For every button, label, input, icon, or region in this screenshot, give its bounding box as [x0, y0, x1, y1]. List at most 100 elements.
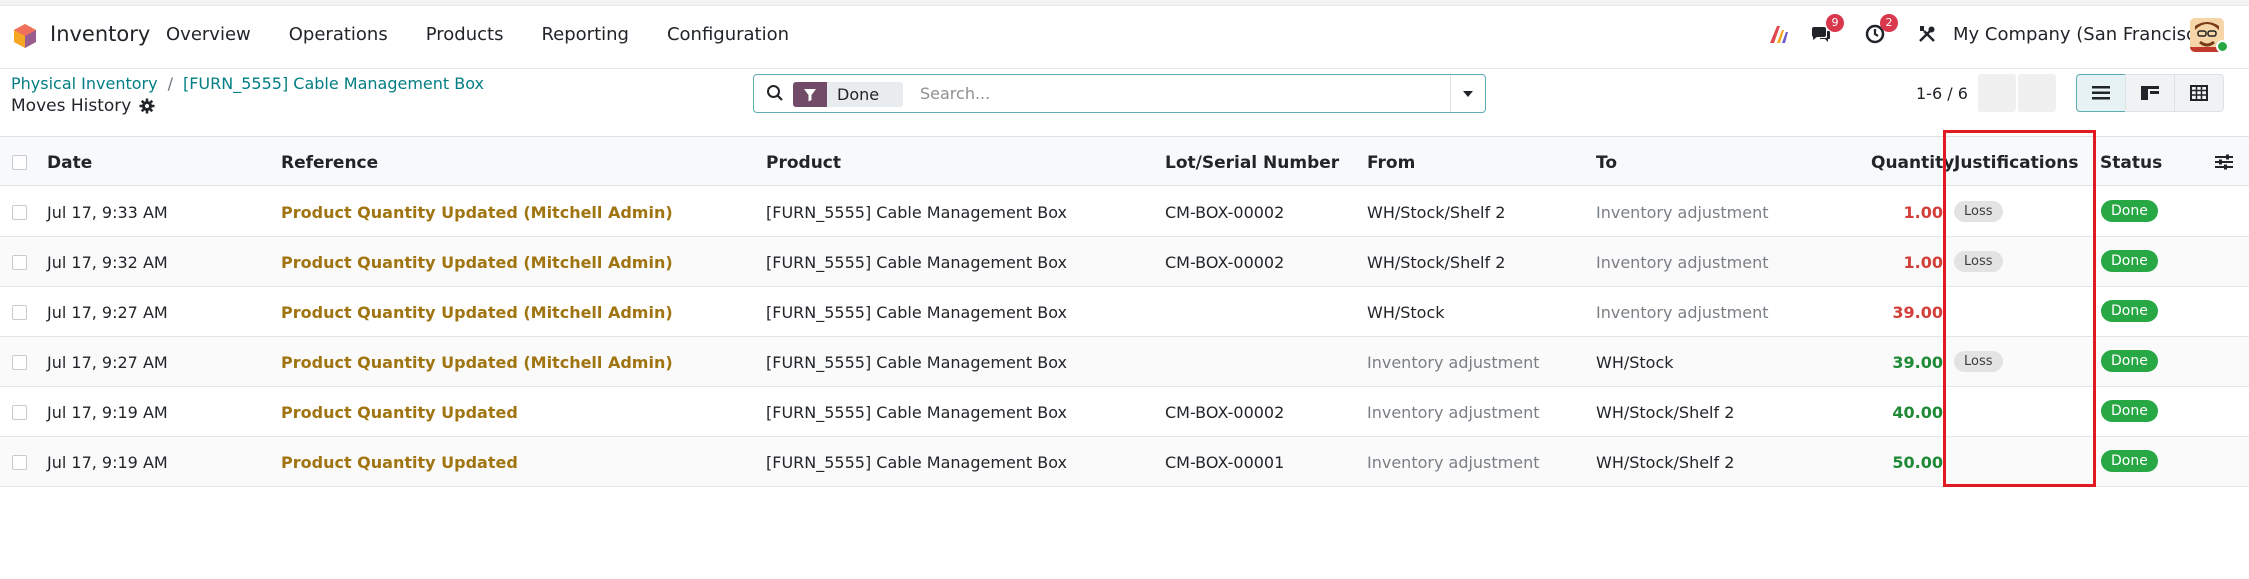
- activities-icon[interactable]: 2: [1860, 14, 1898, 52]
- cell-lot-serial: CM-BOX-00002: [1165, 203, 1285, 222]
- filter-icon: [793, 82, 827, 107]
- justification-tag: Loss: [1954, 351, 2003, 372]
- cell-reference[interactable]: Product Quantity Updated (Mitchell Admin…: [281, 303, 673, 322]
- main-menu: Overview Operations Products Reporting C…: [166, 24, 827, 45]
- cell-quantity: 39.00: [1892, 353, 1943, 372]
- cell-quantity: 40.00: [1892, 403, 1943, 422]
- cell-product: [FURN_5555] Cable Management Box: [766, 203, 1068, 222]
- table-row[interactable]: Jul 17, 9:33 AM Product Quantity Updated …: [0, 187, 2249, 237]
- col-reference[interactable]: Reference: [281, 153, 378, 173]
- row-checkbox[interactable]: [12, 405, 27, 420]
- breadcrumb-product[interactable]: [FURN_5555] Cable Management Box: [183, 74, 484, 93]
- pager-value[interactable]: 1-6 / 6: [1916, 84, 1968, 103]
- table-row[interactable]: Jul 17, 9:32 AM Product Quantity Updated …: [0, 237, 2249, 287]
- pivot-view-button[interactable]: [2174, 74, 2224, 112]
- list-icon: [2092, 86, 2110, 100]
- col-to[interactable]: To: [1596, 153, 1617, 173]
- company-switcher[interactable]: My Company (San Francisco): [1953, 24, 2214, 45]
- status-badge: Done: [2101, 400, 2158, 422]
- cell-product: [FURN_5555] Cable Management Box: [766, 453, 1068, 472]
- cell-product: [FURN_5555] Cable Management Box: [766, 253, 1068, 272]
- row-checkbox[interactable]: [12, 305, 27, 320]
- row-checkbox[interactable]: [12, 355, 27, 370]
- status-badge: Done: [2101, 200, 2158, 222]
- ai-assistant-icon[interactable]: [1766, 16, 1792, 52]
- menu-products[interactable]: Products: [426, 24, 504, 45]
- menu-overview[interactable]: Overview: [166, 24, 251, 45]
- search-facet-label: Done: [827, 82, 904, 107]
- cell-date: Jul 17, 9:19 AM: [47, 453, 168, 472]
- cell-to: WH/Stock/Shelf 2: [1596, 453, 1735, 472]
- cell-reference[interactable]: Product Quantity Updated: [281, 403, 518, 422]
- cell-quantity: 50.00: [1892, 453, 1943, 472]
- col-from[interactable]: From: [1367, 153, 1415, 173]
- search-input[interactable]: [920, 81, 1440, 106]
- cell-reference[interactable]: Product Quantity Updated (Mitchell Admin…: [281, 353, 673, 372]
- cell-product: [FURN_5555] Cable Management Box: [766, 353, 1068, 372]
- justification-tag: Loss: [1954, 201, 2003, 222]
- browser-strip: [0, 0, 2249, 6]
- table-row[interactable]: Jul 17, 9:19 AM Product Quantity Updated […: [0, 387, 2249, 437]
- cell-quantity: 1.00: [1903, 203, 1943, 222]
- select-all-checkbox[interactable]: [12, 155, 27, 170]
- row-checkbox[interactable]: [12, 455, 27, 470]
- table-row[interactable]: Jul 17, 9:19 AM Product Quantity Updated […: [0, 437, 2249, 487]
- cell-from: Inventory adjustment: [1367, 453, 1540, 472]
- cell-date: Jul 17, 9:27 AM: [47, 353, 168, 372]
- list-view-button[interactable]: [2076, 74, 2126, 112]
- table-header: Date Reference Product Lot/Serial Number…: [0, 136, 2249, 186]
- optional-columns-icon[interactable]: [2215, 154, 2233, 170]
- cell-to: WH/Stock: [1596, 353, 1674, 372]
- top-navbar: Inventory Overview Operations Products R…: [0, 0, 2249, 69]
- table-grid-icon: [2190, 85, 2208, 101]
- cell-from: WH/Stock/Shelf 2: [1367, 203, 1506, 222]
- cell-to: Inventory adjustment: [1596, 303, 1769, 322]
- cell-quantity: 39.00: [1892, 303, 1943, 322]
- cell-lot-serial: CM-BOX-00002: [1165, 403, 1285, 422]
- row-checkbox[interactable]: [12, 205, 27, 220]
- col-product[interactable]: Product: [766, 153, 841, 173]
- search-icon[interactable]: [766, 84, 784, 102]
- search-options-toggle[interactable]: [1450, 75, 1485, 112]
- search-bar: Done: [753, 74, 1486, 113]
- cell-from: Inventory adjustment: [1367, 353, 1540, 372]
- cell-reference[interactable]: Product Quantity Updated: [281, 453, 518, 472]
- pager-next-button[interactable]: [2018, 74, 2056, 112]
- cell-product: [FURN_5555] Cable Management Box: [766, 403, 1068, 422]
- cell-reference[interactable]: Product Quantity Updated (Mitchell Admin…: [281, 253, 673, 272]
- cell-product: [FURN_5555] Cable Management Box: [766, 303, 1068, 322]
- messages-icon[interactable]: 9: [1806, 14, 1844, 52]
- justification-tag: Loss: [1954, 251, 2003, 272]
- pager-previous-button[interactable]: [1978, 74, 2016, 112]
- cell-from: Inventory adjustment: [1367, 403, 1540, 422]
- app-name[interactable]: Inventory: [50, 22, 150, 46]
- inventory-app-icon[interactable]: [12, 23, 38, 49]
- row-checkbox[interactable]: [12, 255, 27, 270]
- cell-date: Jul 17, 9:32 AM: [47, 253, 168, 272]
- col-justifications[interactable]: Justifications: [1954, 153, 2079, 173]
- cell-reference[interactable]: Product Quantity Updated (Mitchell Admin…: [281, 203, 673, 222]
- status-badge: Done: [2101, 450, 2158, 472]
- menu-configuration[interactable]: Configuration: [667, 24, 789, 45]
- col-date[interactable]: Date: [47, 153, 92, 173]
- col-quantity[interactable]: Quantity: [1871, 153, 1954, 173]
- table-row[interactable]: Jul 17, 9:27 AM Product Quantity Updated …: [0, 287, 2249, 337]
- tools-icon[interactable]: [1914, 16, 1940, 52]
- menu-operations[interactable]: Operations: [289, 24, 388, 45]
- page-title-text: Moves History: [11, 96, 132, 116]
- col-lot-serial[interactable]: Lot/Serial Number: [1165, 153, 1339, 173]
- cell-quantity: 1.00: [1903, 253, 1943, 272]
- cell-to: Inventory adjustment: [1596, 203, 1769, 222]
- page-title: Moves History: [11, 96, 155, 116]
- caret-down-icon: [1463, 90, 1473, 97]
- table-row[interactable]: Jul 17, 9:27 AM Product Quantity Updated …: [0, 337, 2249, 387]
- gear-icon[interactable]: [139, 98, 155, 114]
- status-badge: Done: [2101, 350, 2158, 372]
- search-facet-done[interactable]: Done: [793, 82, 904, 107]
- breadcrumb-physical-inventory[interactable]: Physical Inventory: [11, 74, 158, 93]
- menu-reporting[interactable]: Reporting: [541, 24, 629, 45]
- col-status[interactable]: Status: [2100, 153, 2162, 173]
- cell-lot-serial: CM-BOX-00001: [1165, 453, 1285, 472]
- kanban-view-button[interactable]: [2125, 74, 2175, 112]
- cell-date: Jul 17, 9:19 AM: [47, 403, 168, 422]
